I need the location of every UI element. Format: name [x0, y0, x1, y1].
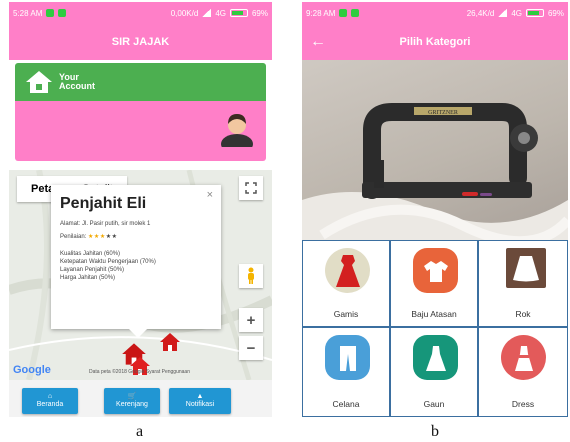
tailor-address: Alamat: Jl. Pasir putih, sir molek 1: [60, 221, 151, 227]
status-speed: 26,4K/d: [466, 8, 495, 18]
account-body: [15, 101, 266, 161]
status-bar: 5:28 AM 0,00K/d 4G 69%: [9, 2, 272, 24]
your-account-card[interactable]: Your Account: [15, 63, 266, 161]
status-battery: 69%: [547, 8, 564, 18]
close-icon[interactable]: ×: [207, 189, 213, 201]
app-title: SIR JAJAK: [111, 36, 170, 48]
metric-item: Ketepatan Waktu Pengerjaan (70%): [60, 259, 156, 265]
battery-icon: [229, 9, 248, 17]
house-icon: [26, 71, 52, 93]
bottom-navigation: ⌂ Beranda 🛒 Kerenjang ▲ Notifikasi: [9, 380, 272, 417]
nav-beranda-label: Beranda: [36, 401, 64, 408]
nav-notifikasi-button[interactable]: ▲ Notifikasi: [169, 388, 231, 414]
nav-notifikasi-label: Notifikasi: [185, 401, 215, 408]
rating-label: Penilaian:: [60, 234, 87, 240]
category-grid: Gamis Baju Atasan Rok Celana Gaun Dress: [302, 240, 568, 417]
category-gamis[interactable]: Gamis: [302, 240, 390, 327]
pegman-icon: [248, 267, 254, 284]
account-header[interactable]: Your Account: [15, 63, 266, 101]
category-label: Celana: [332, 399, 360, 409]
gamis-dress-icon: [335, 254, 360, 287]
status-battery: 69%: [251, 8, 268, 18]
avatar[interactable]: [220, 111, 254, 147]
category-label: Baju Atasan: [411, 309, 457, 319]
tailor-metrics: Kualitas Jahitan (60%) Ketepatan Waktu P…: [60, 250, 212, 282]
caption-b: b: [431, 423, 439, 440]
metric-item: Harga Jahitan (50%): [60, 275, 116, 281]
dress-garment-icon: [514, 345, 533, 371]
nav-keranjang-label: Kerenjang: [116, 401, 148, 408]
app-notification-icon: [46, 9, 55, 17]
star-icon: ★: [111, 234, 118, 240]
tailor-name: Penjahit Eli: [60, 195, 147, 212]
nav-beranda-button[interactable]: ⌂ Beranda: [22, 388, 78, 414]
app-notification-icon: [339, 9, 348, 17]
category-dress[interactable]: Dress: [478, 327, 568, 417]
skirt-icon: [513, 256, 539, 282]
celana-icon: [325, 335, 370, 380]
category-baju-atasan[interactable]: Baju Atasan: [390, 240, 478, 327]
status-time: 9:28 AM: [306, 8, 336, 18]
status-bar: 9:28 AM 26,4K/d 4G 69%: [302, 2, 568, 24]
wifi-icon: [202, 9, 212, 17]
fullscreen-icon: [245, 182, 257, 194]
account-label: Your Account: [59, 73, 95, 91]
rating-stars: ★★★★★: [88, 234, 117, 240]
status-network: 4G: [215, 8, 226, 18]
zoom-in-button[interactable]: +: [239, 308, 263, 332]
status-time: 5:28 AM: [13, 8, 43, 18]
category-rok[interactable]: Rok: [478, 240, 568, 327]
tailor-marker-icon[interactable]: [159, 332, 181, 352]
cart-icon: 🛒: [127, 393, 137, 400]
phone-b: 9:28 AM 26,4K/d 4G 69% ← Pilih Kategori …: [302, 2, 568, 417]
category-label: Gaun: [423, 399, 445, 409]
wifi-icon: [498, 9, 508, 17]
sewing-machine-banner: GRITZNER: [302, 60, 568, 240]
machine-brand-text: GRITZNER: [428, 110, 458, 116]
bell-icon: ▲: [196, 393, 204, 400]
gaun-icon: [413, 335, 458, 380]
tailor-rating: Penilaian: ★★★★★: [60, 233, 212, 241]
pegman-button[interactable]: [239, 264, 263, 288]
account-label-line2: Account: [59, 81, 95, 91]
metric-item: Layanan Penjahit (50%): [60, 267, 125, 273]
home-icon: ⌂: [47, 393, 53, 400]
google-logo: Google: [13, 364, 51, 376]
battery-icon: [525, 9, 544, 17]
gamis-icon: [325, 248, 370, 293]
nav-keranjang-button[interactable]: 🛒 Kerenjang: [104, 388, 160, 414]
metric-item: Kualitas Jahitan (60%): [60, 251, 121, 257]
caption-a: a: [136, 423, 144, 440]
fullscreen-button[interactable]: [239, 176, 263, 200]
shirt-icon: [423, 260, 448, 282]
zoom-out-button[interactable]: −: [239, 336, 263, 360]
category-gaun[interactable]: Gaun: [390, 327, 478, 417]
category-label: Rok: [515, 309, 531, 319]
back-arrow-icon[interactable]: ←: [310, 32, 330, 52]
dress-icon: [501, 335, 546, 380]
marker-info-window: × Penjahit Eli Alamat: Jl. Pasir putih, …: [51, 185, 221, 338]
app-notification-icon: [58, 9, 67, 17]
map-attribution[interactable]: Data peta ©2018 Google Syarat Penggunaan: [89, 369, 190, 375]
pants-icon: [339, 345, 356, 371]
app-bar: SIR JAJAK: [9, 24, 272, 60]
map-view[interactable]: Peta Satelit + − × Penjahit Eli Alamat: …: [9, 170, 272, 380]
baju-atasan-icon: [413, 248, 458, 293]
rok-icon: [506, 248, 546, 288]
category-label: Dress: [511, 399, 535, 409]
status-speed: 0,00K/d: [170, 8, 199, 18]
category-celana[interactable]: Celana: [302, 327, 390, 417]
category-label: Gamis: [333, 309, 359, 319]
google-logo-text: Google: [13, 364, 51, 376]
app-bar: ← Pilih Kategori: [302, 24, 568, 60]
app-notification-icon: [351, 9, 360, 17]
gown-icon: [425, 345, 446, 371]
sewing-machine-image: GRITZNER: [302, 103, 568, 240]
phone-a: 5:28 AM 0,00K/d 4G 69% SIR JAJAK Your Ac…: [9, 2, 272, 417]
app-title: Pilih Kategori: [399, 36, 471, 48]
status-network: 4G: [511, 8, 522, 18]
